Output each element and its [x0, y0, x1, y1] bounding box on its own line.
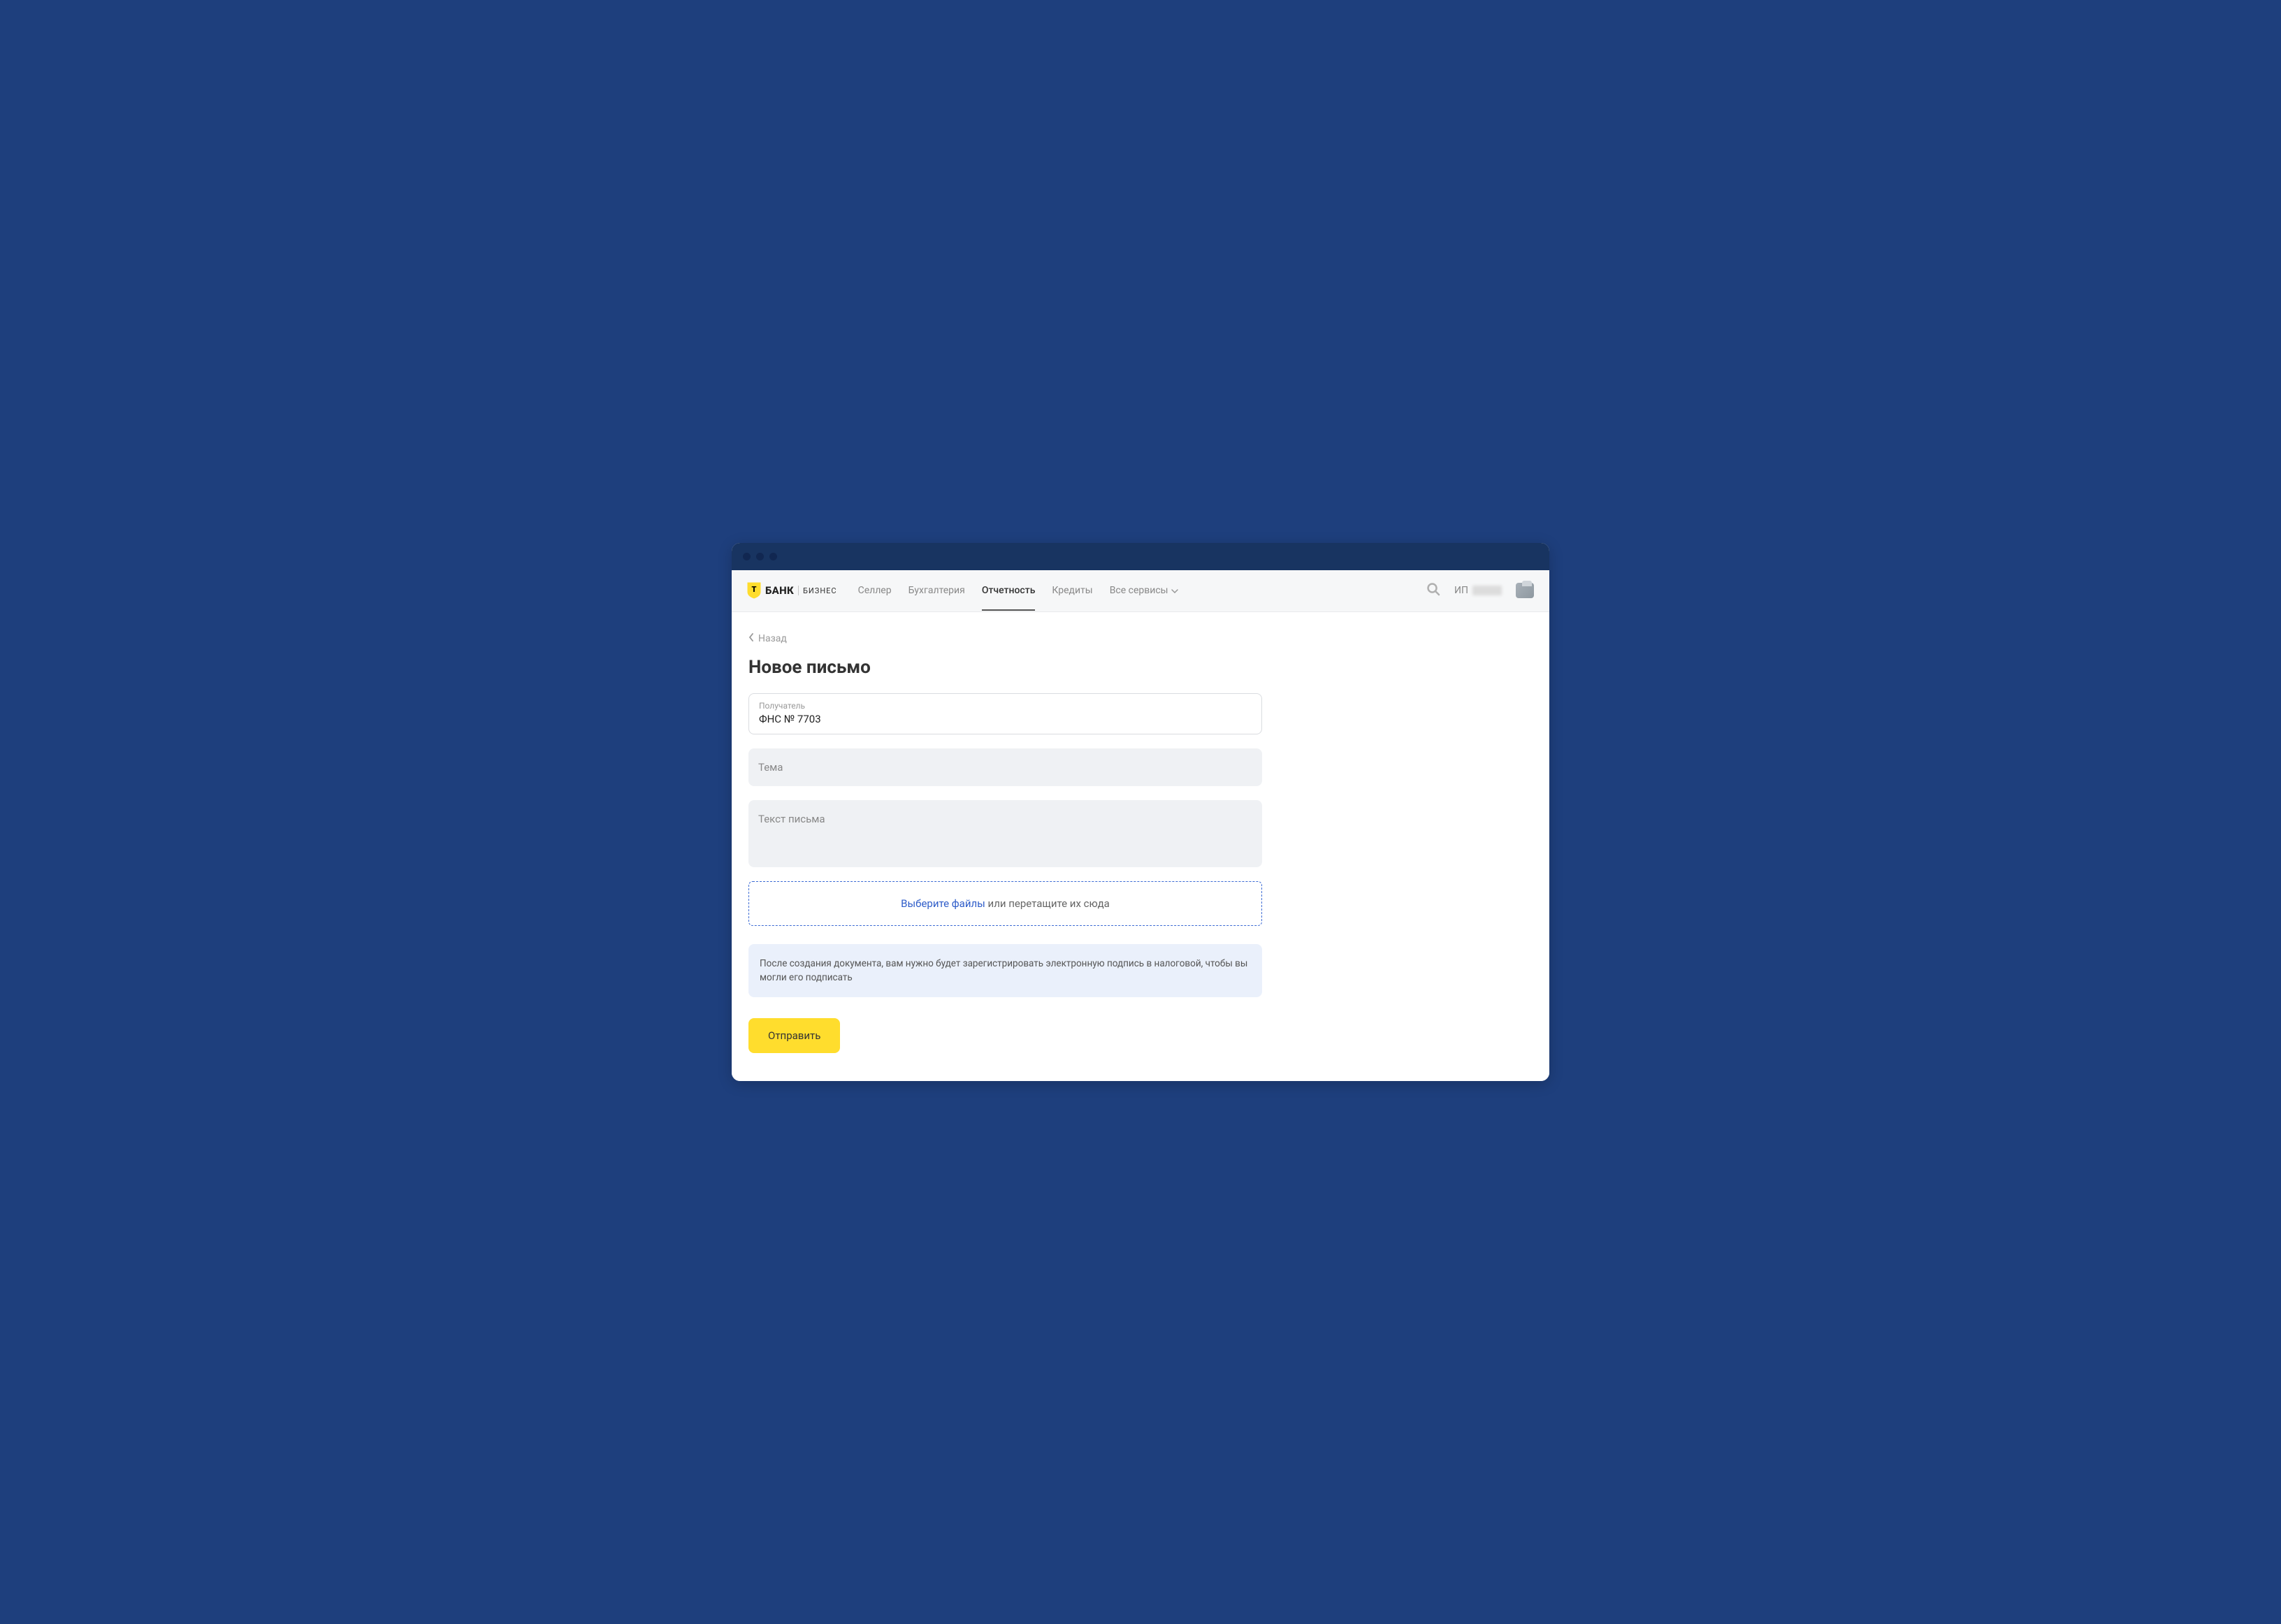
- nav-reporting[interactable]: Отчетность: [982, 571, 1036, 610]
- user-prefix: ИП: [1454, 585, 1468, 596]
- search-icon[interactable]: [1426, 582, 1440, 599]
- page-title: Новое письмо: [748, 657, 1533, 678]
- logo-divider: [798, 586, 799, 595]
- nav-item-label: Кредиты: [1052, 585, 1092, 596]
- logo-bank-text: БАНК: [765, 584, 794, 597]
- user-info[interactable]: ИП: [1454, 585, 1502, 596]
- file-dropzone[interactable]: Выберите файлы или перетащите их сюда: [748, 881, 1262, 926]
- window-close-dot[interactable]: [743, 553, 751, 560]
- body-field[interactable]: Текст письма: [748, 800, 1262, 867]
- wallet-icon[interactable]: [1516, 583, 1534, 598]
- svg-text:T: T: [752, 585, 757, 594]
- back-link[interactable]: Назад: [748, 633, 1533, 644]
- back-label: Назад: [758, 633, 787, 644]
- content: Назад Новое письмо Получатель ФНС № 7703…: [732, 612, 1549, 1082]
- browser-window: T БАНК БИЗНЕС Селлер Бухгалтерия Отчетно…: [732, 543, 1549, 1082]
- chevron-left-icon: [748, 633, 754, 644]
- shield-icon: T: [747, 582, 761, 599]
- window-minimize-dot[interactable]: [756, 553, 764, 560]
- nav-item-label: Бухгалтерия: [908, 585, 965, 596]
- recipient-label: Получатель: [759, 701, 1252, 711]
- body-placeholder: Текст письма: [758, 813, 1252, 825]
- nav-item-label: Селлер: [858, 585, 892, 596]
- header-right: ИП: [1426, 582, 1534, 599]
- subject-placeholder: Тема: [758, 761, 1252, 774]
- nav-seller[interactable]: Селлер: [858, 571, 892, 610]
- recipient-value: ФНС № 7703: [759, 713, 1252, 725]
- dropzone-text: или перетащите их сюда: [985, 897, 1110, 910]
- main-nav: Селлер Бухгалтерия Отчетность Кредиты Вс…: [858, 571, 1426, 610]
- logo[interactable]: T БАНК БИЗНЕС: [747, 582, 837, 599]
- logo-business-text: БИЗНЕС: [803, 586, 837, 595]
- window-maximize-dot[interactable]: [769, 553, 777, 560]
- subject-field[interactable]: Тема: [748, 748, 1262, 786]
- dropzone-link: Выберите файлы: [901, 897, 985, 910]
- recipient-field[interactable]: Получатель ФНС № 7703: [748, 693, 1262, 734]
- signature-notice: После создания документа, вам нужно буде…: [748, 944, 1262, 998]
- nav-item-label: Отчетность: [982, 585, 1036, 596]
- nav-credits[interactable]: Кредиты: [1052, 571, 1092, 610]
- nav-all-services[interactable]: Все сервисы: [1110, 571, 1178, 610]
- nav-accounting[interactable]: Бухгалтерия: [908, 571, 965, 610]
- chevron-down-icon: [1171, 585, 1178, 596]
- nav-item-label: Все сервисы: [1110, 585, 1168, 596]
- header: T БАНК БИЗНЕС Селлер Бухгалтерия Отчетно…: [732, 570, 1549, 612]
- browser-chrome: [732, 543, 1549, 570]
- user-name-blurred: [1472, 586, 1502, 595]
- submit-button[interactable]: Отправить: [748, 1018, 840, 1053]
- form-container: Получатель ФНС № 7703 Тема Текст письма …: [748, 693, 1262, 1054]
